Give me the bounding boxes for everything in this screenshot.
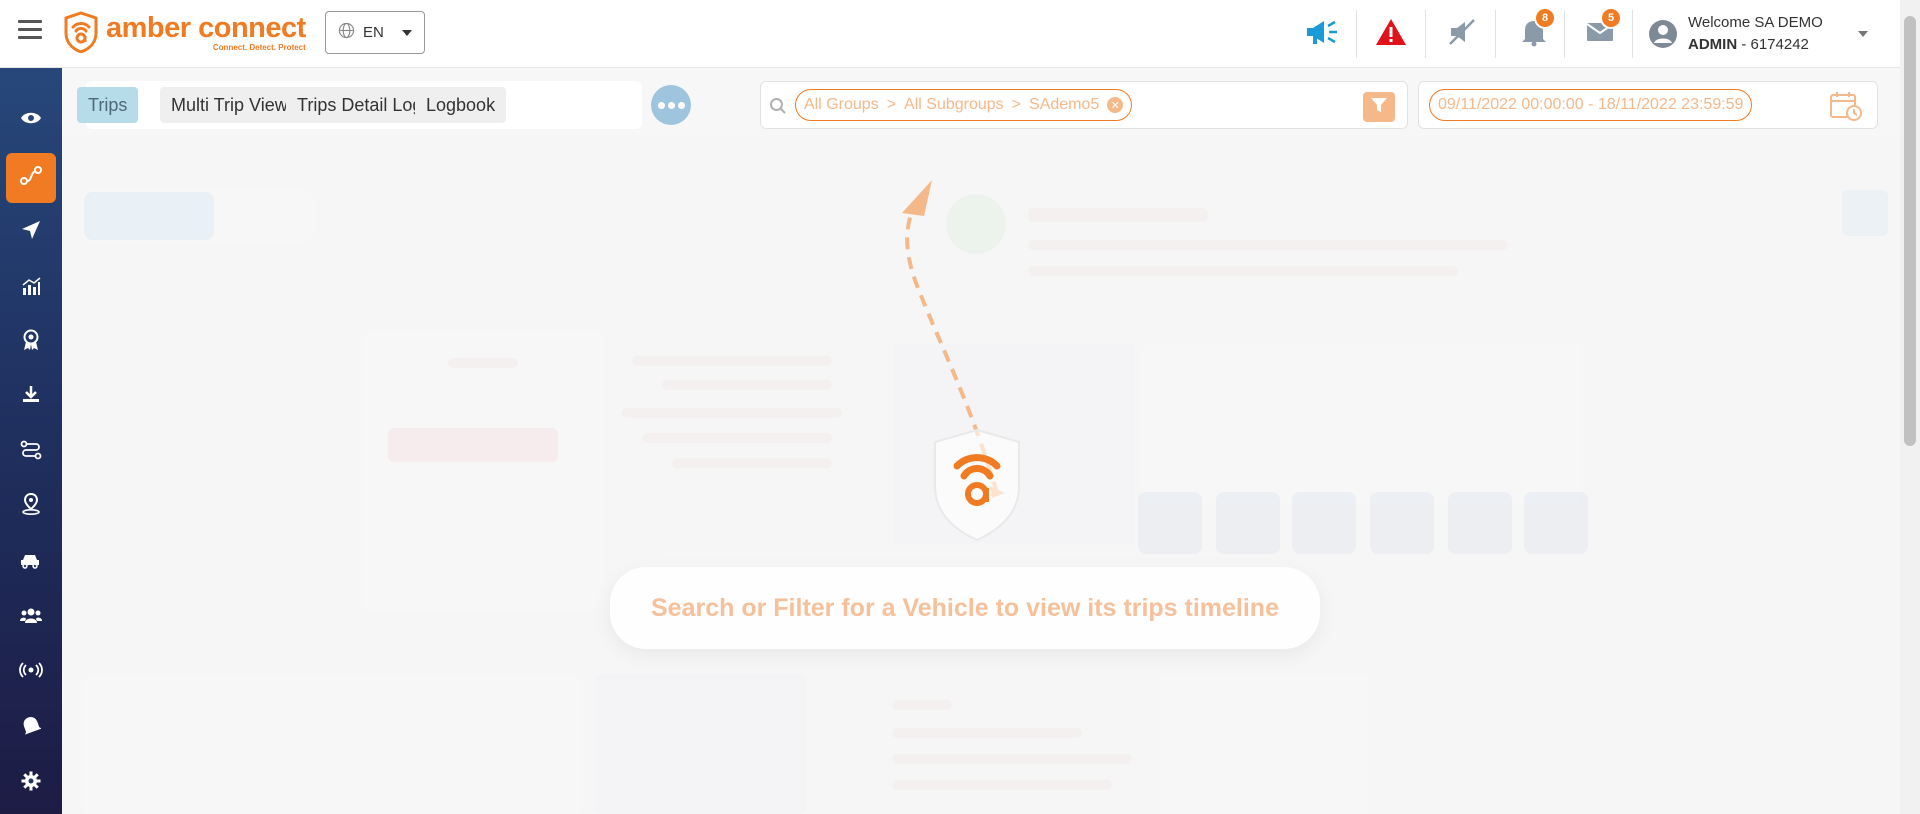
brand-name: amber connect xyxy=(106,11,306,44)
sidebar-item-devices[interactable] xyxy=(6,647,56,697)
megaphone-icon xyxy=(1304,17,1342,52)
alerts-bell-icon xyxy=(21,715,42,740)
announcements-button[interactable] xyxy=(1303,14,1343,54)
sound-toggle-button[interactable] xyxy=(1442,14,1482,54)
user-role: ADMIN xyxy=(1688,36,1738,53)
tab-multi-trip-view[interactable]: Multi Trip View xyxy=(160,87,299,123)
amber-logo-icon xyxy=(62,11,100,54)
broadcast-icon xyxy=(19,661,43,683)
menu-toggle-icon[interactable] xyxy=(18,20,42,40)
empty-state-message: Search or Filter for a Vehicle to view i… xyxy=(610,567,1320,649)
sidebar-item-vehicles[interactable] xyxy=(6,537,56,587)
users-icon xyxy=(20,607,42,628)
trip-path-icon xyxy=(20,440,42,465)
route-icon xyxy=(20,165,42,191)
sidebar xyxy=(0,68,62,814)
download-icon xyxy=(21,384,41,409)
analytics-icon xyxy=(21,276,41,301)
brand-logo[interactable]: amber connect Connect. Detect. Protect xyxy=(62,8,306,56)
header-divider xyxy=(1564,10,1565,58)
navigation-icon xyxy=(21,220,41,245)
chip-vehicle[interactable]: SAdemo5 xyxy=(1029,96,1099,114)
date-range-picker[interactable]: 09/11/2022 00:00:00 - 18/11/2022 23:59:5… xyxy=(1418,81,1878,129)
dot-icon xyxy=(657,101,665,109)
vehicle-search-bar[interactable]: All Groups > All Subgroups > SAdemo5 ✕ xyxy=(760,81,1408,129)
filter-breadcrumb-chip[interactable]: All Groups > All Subgroups > SAdemo5 ✕ xyxy=(795,89,1133,121)
user-menu-chevron-icon[interactable] xyxy=(1858,31,1868,37)
main-content: Trips Multi Trip View Trips Detail Log L… xyxy=(62,68,1900,814)
brand-tagline: Connect. Detect. Protect xyxy=(212,42,306,52)
user-welcome-text: Welcome SA DEMO xyxy=(1688,14,1823,31)
sidebar-item-settings[interactable] xyxy=(6,758,56,808)
funnel-icon xyxy=(1370,96,1388,119)
notifications-button[interactable]: 8 xyxy=(1514,7,1556,54)
vehicles-icon xyxy=(20,551,42,574)
messages-count-badge: 5 xyxy=(1600,7,1622,29)
header-divider xyxy=(1495,10,1496,58)
tab-logbook[interactable]: Logbook xyxy=(415,87,507,123)
amber-watermark-icon xyxy=(934,428,1020,542)
globe-icon xyxy=(338,22,355,43)
dot-icon xyxy=(667,101,675,109)
sidebar-item-alerts[interactable] xyxy=(6,702,56,752)
more-options-button[interactable] xyxy=(651,85,691,125)
messages-button[interactable]: 5 xyxy=(1580,7,1622,54)
alerts-button[interactable] xyxy=(1371,14,1411,54)
eye-icon xyxy=(20,111,42,130)
user-menu[interactable]: Welcome SA DEMO ADMIN - 6174242 xyxy=(1648,12,1823,56)
search-icon xyxy=(769,97,787,120)
award-icon xyxy=(21,329,41,356)
clear-filter-icon[interactable]: ✕ xyxy=(1107,97,1124,113)
alert-triangle-icon xyxy=(1375,17,1407,52)
tab-trips-detail-log[interactable]: Trips Detail Log xyxy=(286,87,434,123)
sidebar-item-geofences[interactable] xyxy=(6,481,56,531)
header-divider xyxy=(1356,10,1357,58)
dot-icon xyxy=(677,101,685,109)
scrollbar-thumb[interactable] xyxy=(1904,16,1916,446)
page-scrollbar[interactable] xyxy=(1900,0,1920,814)
user-id: - 6174242 xyxy=(1737,36,1809,53)
sidebar-item-reports[interactable] xyxy=(6,263,56,313)
location-pin-icon xyxy=(21,492,41,520)
settings-icon xyxy=(21,771,41,796)
sidebar-item-routes[interactable] xyxy=(6,427,56,477)
muted-speaker-icon xyxy=(1447,17,1477,52)
sidebar-item-driver-score[interactable] xyxy=(6,317,56,367)
filter-button[interactable] xyxy=(1363,92,1395,122)
chip-separator: > xyxy=(886,96,897,113)
chip-separator: > xyxy=(1011,96,1022,113)
tab-trips[interactable]: Trips xyxy=(77,87,139,123)
notifications-count-badge: 8 xyxy=(1534,7,1556,29)
top-header: amber connect Connect. Detect. Protect E… xyxy=(0,0,1900,68)
language-select[interactable]: EN xyxy=(325,11,425,54)
user-avatar-icon xyxy=(1648,19,1678,49)
chip-subgroups[interactable]: All Subgroups xyxy=(904,96,1004,114)
header-divider xyxy=(1632,10,1633,58)
calendar-clock-icon[interactable] xyxy=(1829,90,1863,122)
sidebar-item-downloads[interactable] xyxy=(6,371,56,421)
sidebar-item-navigation[interactable] xyxy=(6,207,56,257)
sidebar-item-trips[interactable] xyxy=(6,153,56,203)
sidebar-item-users[interactable] xyxy=(6,592,56,642)
date-range-chip[interactable]: 09/11/2022 00:00:00 - 18/11/2022 23:59:5… xyxy=(1429,89,1753,121)
view-tabs: Trips Multi Trip View Trips Detail Log L… xyxy=(77,81,642,129)
language-value: EN xyxy=(363,24,384,41)
header-divider xyxy=(1425,10,1426,58)
chip-groups[interactable]: All Groups xyxy=(804,96,879,114)
sidebar-item-live-view[interactable] xyxy=(6,95,56,145)
chevron-down-icon xyxy=(402,30,412,36)
